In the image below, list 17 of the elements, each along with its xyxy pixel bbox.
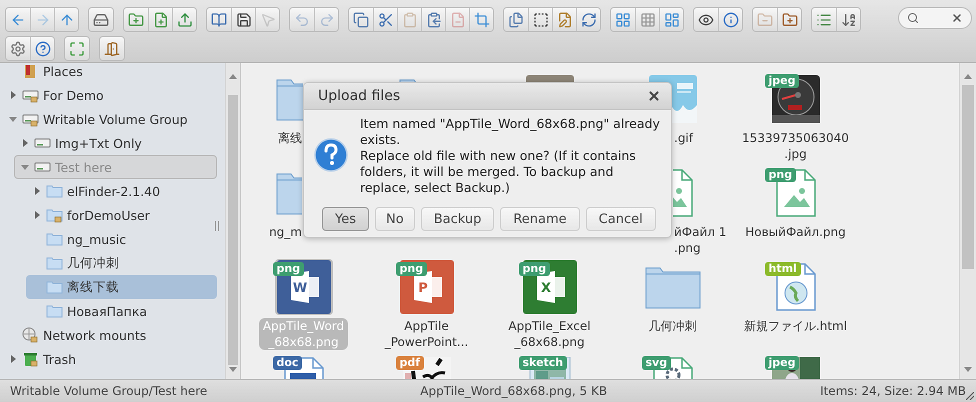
file-type-badge: pdf — [396, 356, 424, 370]
dialog-message: Replace old file with new one? (If it contains folders, it will be merged. To backup and replace, select Backup.) — [360, 148, 637, 196]
dialog-title: Upload files — [318, 88, 400, 104]
file-type-badge: png — [518, 262, 550, 276]
file-type-badge: sketch — [518, 356, 568, 370]
current-path: Writable Volume Group/Test here — [10, 384, 208, 398]
file-type-badge: jpeg — [764, 74, 800, 88]
file-type-badge: png — [764, 168, 796, 182]
folder-summary: Items: 24, Size: 2.94 MB — [820, 384, 966, 398]
file-type-badge: jpeg — [764, 356, 800, 370]
file-type-badge: html — [764, 262, 801, 276]
file-type-badge: png — [272, 262, 304, 276]
dialog-message: Item named "AppTile_Word_68x68.png" already exists. — [360, 116, 661, 148]
selection-info: AppTile_Word_68x68.png, 5 KB — [420, 384, 608, 398]
file-type-badge: doc — [272, 356, 302, 370]
file-type-badge: png — [396, 262, 428, 276]
file-type-badge: svg — [642, 356, 672, 370]
